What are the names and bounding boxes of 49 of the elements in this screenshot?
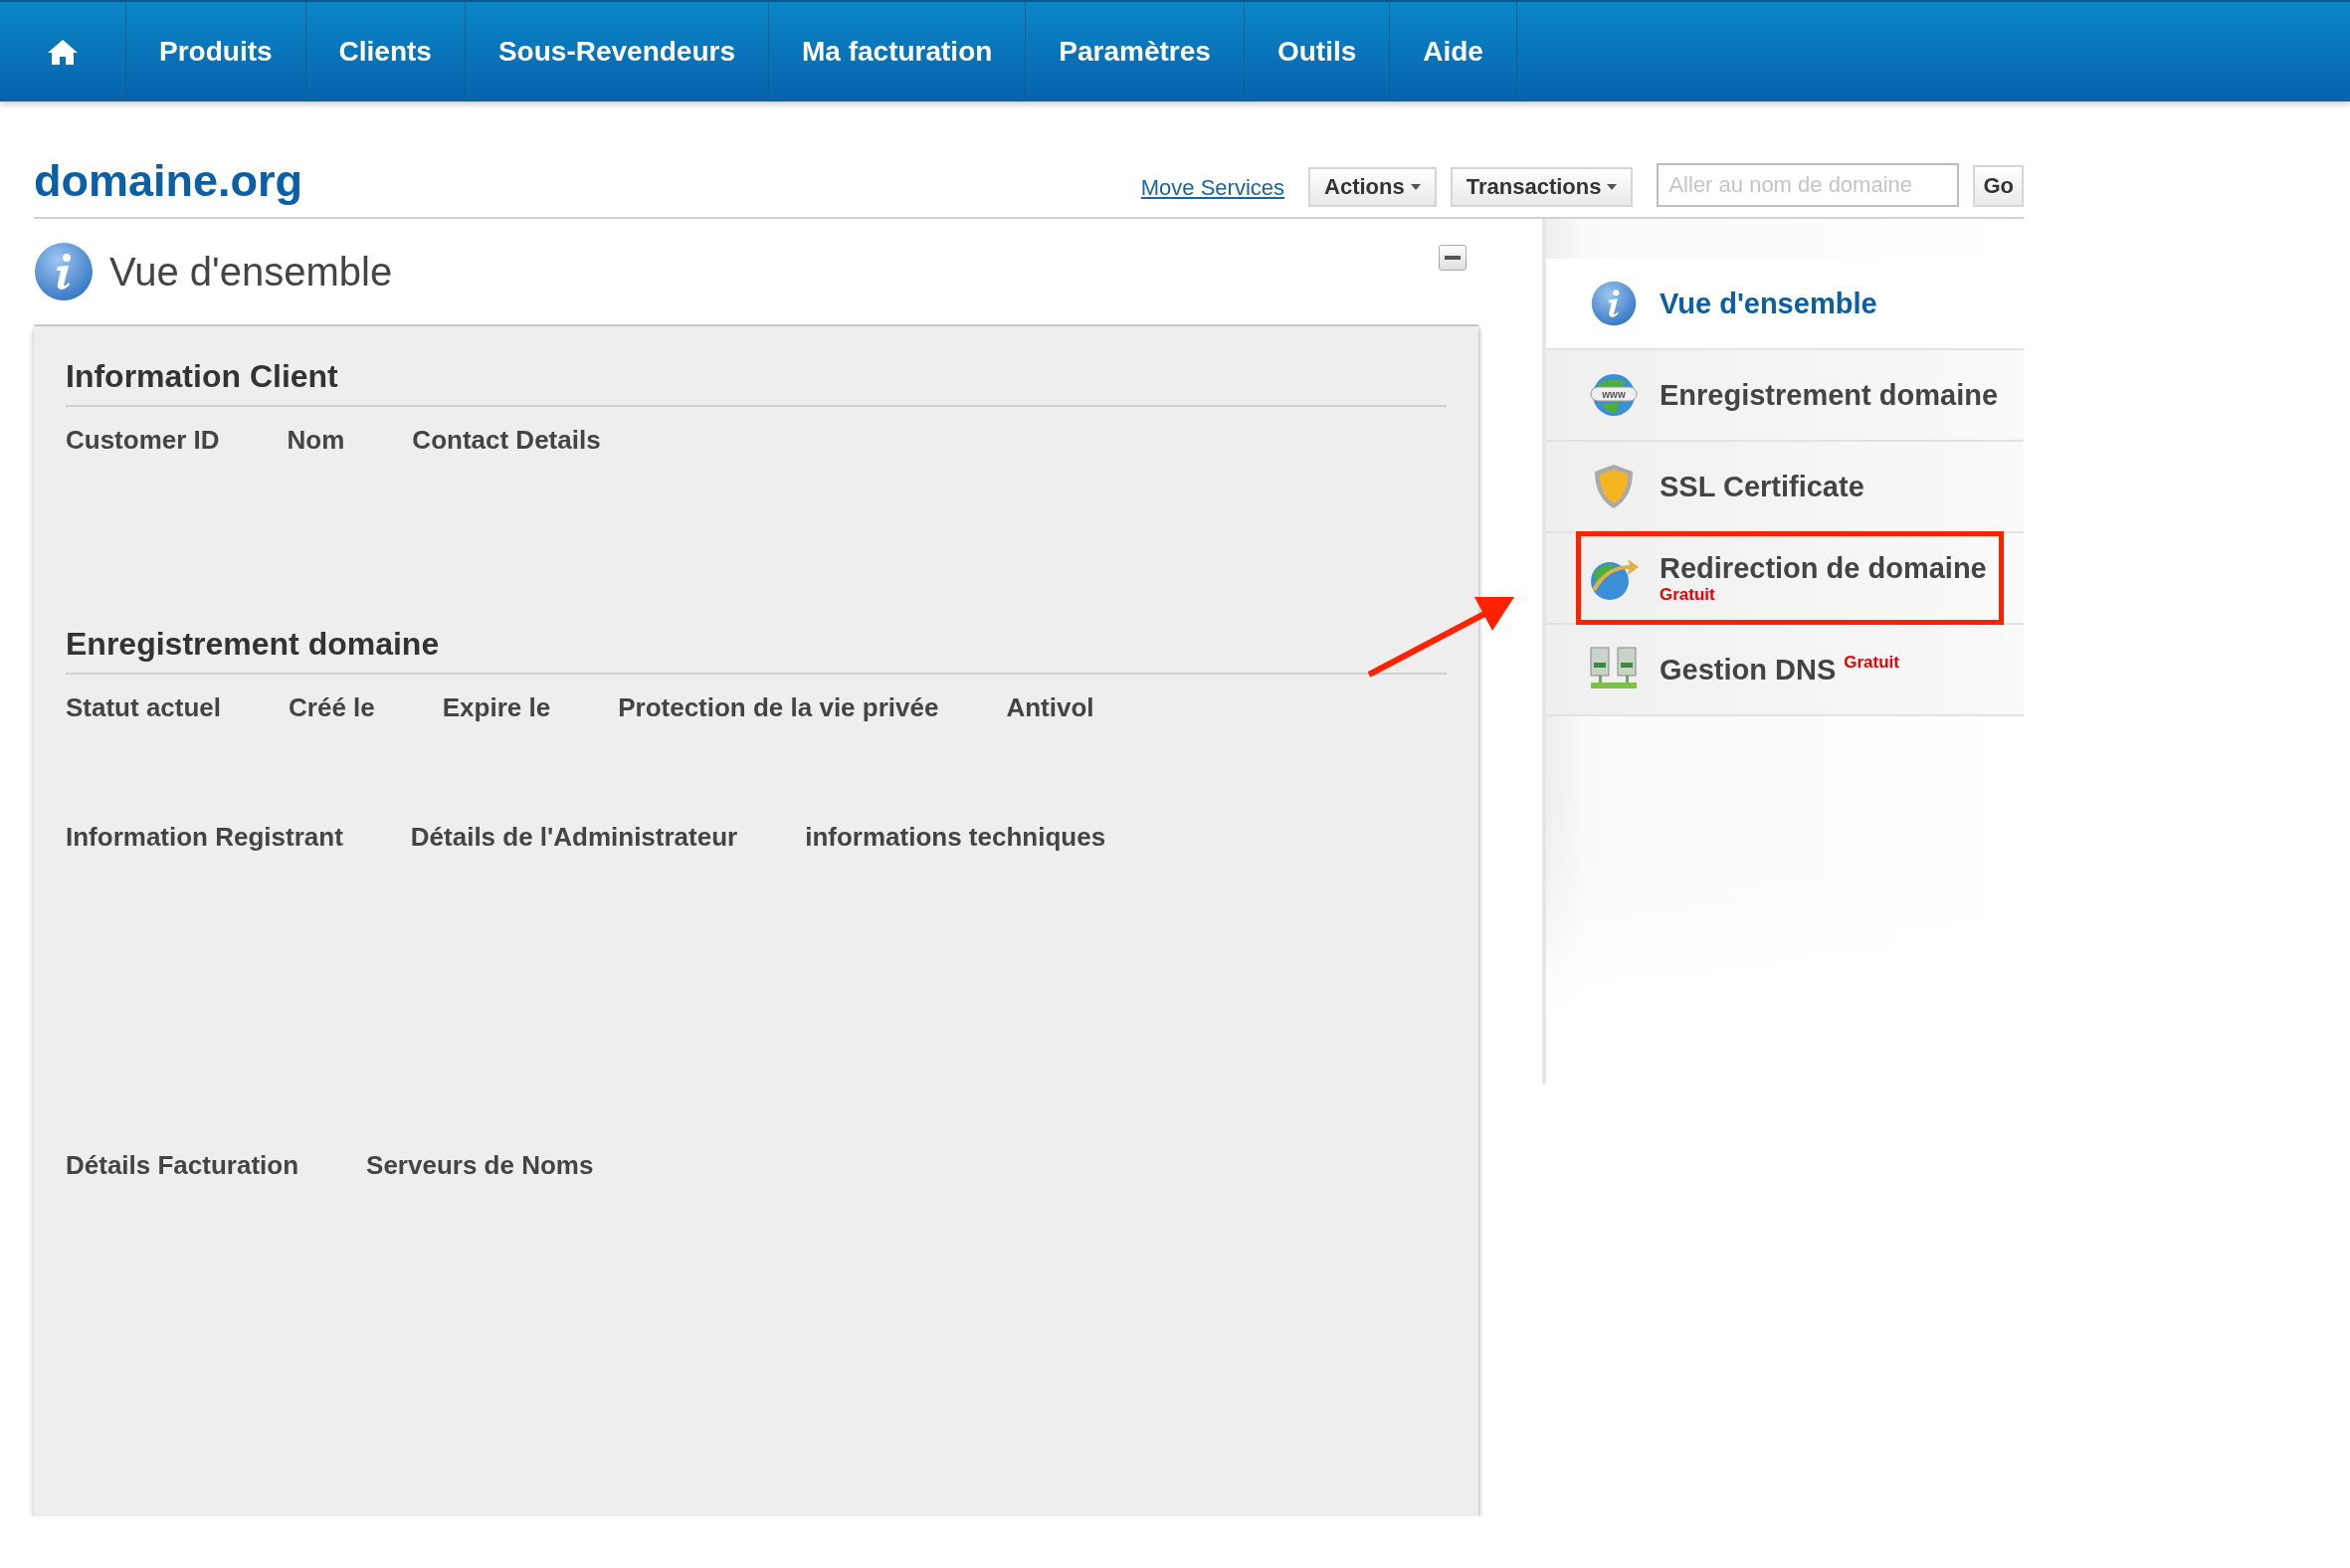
field-label: Détails Facturation	[66, 1150, 299, 1182]
sidebar-item[interactable]: Vue d'ensemble	[1546, 259, 2024, 350]
sidebar-item[interactable]: Gestion DNS Gratuit	[1546, 625, 2024, 716]
domain-search-field[interactable]: Aller au nom de domaine	[1657, 163, 1960, 207]
sidebar-label: Enregistrement domaine	[1660, 378, 1999, 412]
field-label: Protection de la vie privée	[618, 692, 939, 724]
minus-icon	[1445, 256, 1461, 260]
field-label: Expire le	[442, 692, 551, 724]
section-heading: Enregistrement domaine	[66, 616, 1447, 675]
field-label: Antivol	[1006, 692, 1094, 724]
field-label: informations techniques	[805, 822, 1106, 854]
nav-menu-item[interactable]: Produits	[126, 2, 306, 101]
panel-title: Vue d'ensemble	[109, 249, 394, 294]
collapse-button[interactable]	[1439, 245, 1467, 271]
sidebar-label: Redirection de domaine	[1660, 551, 1987, 585]
free-label: Gratuit	[1660, 584, 1716, 605]
sidebar-item[interactable]: www Enregistrement domaine	[1546, 350, 2024, 442]
field-label: Information Registrant	[66, 822, 343, 854]
home-icon	[47, 38, 79, 66]
go-button[interactable]: Go	[1973, 165, 2024, 207]
move-services-link[interactable]: Move Services	[1140, 175, 1285, 201]
nav-menu-item[interactable]: Aide	[1390, 2, 1517, 101]
domain-title: domaine.org	[34, 155, 304, 207]
dropdown-button[interactable]: Transactions	[1450, 167, 1634, 207]
nav-menu-item[interactable]: Outils	[1244, 2, 1391, 101]
caret-icon	[1607, 184, 1618, 190]
nav-menu-item[interactable]: Sous-Revendeurs	[465, 2, 769, 101]
field-label: Nom	[287, 425, 345, 457]
shield-icon	[1593, 464, 1635, 509]
sidebar-label: Vue d'ensemble	[1660, 287, 1877, 320]
field-label: Contact Details	[412, 425, 601, 457]
field-label: Customer ID	[66, 425, 220, 457]
field-label: Serveurs de Noms	[366, 1150, 594, 1182]
sidebar-label: Gestion DNS	[1660, 653, 1837, 686]
field-label: Statut actuel	[66, 692, 222, 724]
caret-icon	[1410, 184, 1421, 190]
free-label: Gratuit	[1844, 653, 1899, 673]
section-heading: Information Client	[66, 348, 1447, 407]
nav-menu-item[interactable]: Clients	[305, 2, 466, 101]
field-label: Détails de l'Administrateur	[410, 822, 738, 854]
info-icon	[34, 242, 94, 301]
nav-menu-item[interactable]: Ma facturation	[769, 2, 1027, 101]
field-label: Créé le	[289, 692, 375, 724]
sidebar-label: SSL Certificate	[1660, 470, 1864, 503]
dropdown-button[interactable]: Actions	[1308, 167, 1437, 207]
globe-www-icon: www	[1590, 372, 1638, 418]
info-icon	[1591, 281, 1637, 326]
sidebar-item[interactable]: SSL Certificate	[1546, 442, 2024, 533]
nav-menu-item[interactable]: Paramètres	[1026, 2, 1245, 101]
